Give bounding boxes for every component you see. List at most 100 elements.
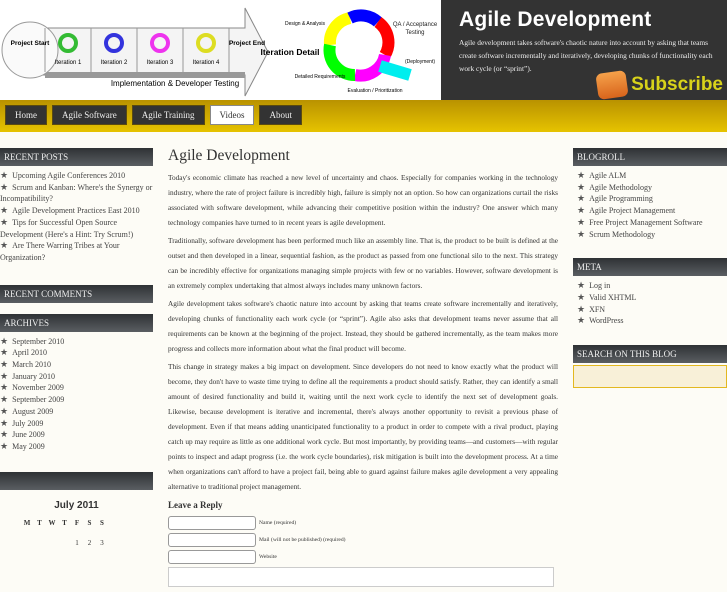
list-item-link[interactable]: Tips for Successful Open Source Developm…	[0, 218, 133, 239]
meta-list: ★ Log in ★ Valid XHTML ★ XFN ★ WordPress	[573, 280, 727, 327]
list-item[interactable]: ★ Tips for Successful Open Source Develop…	[0, 217, 153, 240]
nav-agile-training[interactable]: Agile Training	[131, 105, 205, 125]
website-label: Website	[259, 554, 277, 560]
star-icon: ★	[0, 181, 9, 192]
svg-text:Project End: Project End	[229, 40, 265, 47]
search-input[interactable]	[573, 365, 727, 389]
list-item[interactable]: ★ August 2009	[0, 406, 153, 418]
list-item[interactable]: ★ Are There Warring Tribes at Your Organi…	[0, 240, 153, 263]
list-item[interactable]: ★ XFN	[577, 304, 727, 316]
calendar-heading	[0, 471, 153, 490]
website-input[interactable]	[168, 550, 256, 564]
nav-about[interactable]: About	[259, 105, 302, 125]
archives-list: ★ September 2010 ★ April 2010 ★ March 2010 ★ Ja…	[0, 336, 153, 453]
list-item[interactable]: ★ Agile Development Practices East 2010	[0, 205, 153, 217]
list-item-link[interactable]: Agile Programming	[589, 194, 653, 203]
list-item[interactable]: ★ April 2010	[0, 347, 153, 359]
list-item[interactable]: ★ January 2010	[0, 371, 153, 383]
svg-text:Evaluation / Prioritization: Evaluation / Prioritization	[347, 88, 402, 94]
list-item[interactable]: ★ May 2009	[0, 441, 153, 453]
list-item[interactable]: ★ June 2009	[0, 429, 153, 441]
list-item-link[interactable]: WordPress	[589, 316, 623, 325]
calendar-month: July 2011	[54, 499, 99, 511]
blogroll-list: ★ Agile ALM ★ Agile Methodology ★ Agile Progr…	[573, 170, 727, 240]
list-item-link[interactable]: June 2009	[12, 430, 45, 439]
comment-textarea[interactable]	[168, 567, 554, 587]
star-icon: ★	[0, 440, 9, 451]
svg-text:Iteration 1: Iteration 1	[55, 60, 82, 66]
list-item[interactable]: ★ Upcoming Agile Conferences 2010	[0, 170, 153, 182]
name-input[interactable]	[168, 516, 256, 530]
calendar-date[interactable]: 2	[83, 539, 96, 547]
calendar-day-header: M	[23, 518, 31, 527]
agile-process-diagram: Project Start Iteration 1 Iteration 2 It…	[1, 7, 435, 97]
list-item-link[interactable]: April 2010	[12, 348, 47, 357]
list-item[interactable]: ★ July 2009	[0, 418, 153, 430]
list-item[interactable]: ★ March 2010	[0, 359, 153, 371]
svg-text:(Deployment): (Deployment)	[405, 59, 435, 65]
hero-panel: Agile Development Agile development take…	[441, 0, 727, 100]
svg-text:Iteration 2: Iteration 2	[101, 60, 128, 66]
list-item[interactable]: ★ Scrum Methodology	[577, 229, 727, 241]
list-item-link[interactable]: November 2009	[12, 383, 64, 392]
list-item-link[interactable]: Agile ALM	[589, 171, 626, 180]
list-item[interactable]: ★ Agile Methodology	[577, 182, 727, 194]
list-item[interactable]: ★ WordPress	[577, 315, 727, 327]
list-item-link[interactable]: Agile Project Management	[589, 206, 675, 215]
star-icon: ★	[577, 205, 586, 216]
header: Project Start Iteration 1 Iteration 2 It…	[0, 0, 727, 100]
list-item-link[interactable]: September 2009	[12, 395, 64, 404]
list-item[interactable]: ★ Agile Programming	[577, 193, 727, 205]
list-item[interactable]: ★ November 2009	[0, 382, 153, 394]
list-item-link[interactable]: XFN	[589, 305, 605, 314]
star-icon: ★	[0, 335, 9, 346]
nav-home[interactable]: Home	[5, 105, 47, 125]
list-item-link[interactable]: August 2009	[12, 407, 53, 416]
list-item-link[interactable]: Free Project Management Software	[589, 218, 703, 227]
list-item[interactable]: ★ September 2009	[0, 394, 153, 406]
calendar-date[interactable]: 3	[96, 539, 109, 547]
svg-text:Iteration 4: Iteration 4	[193, 60, 220, 66]
list-item-link[interactable]: Agile Methodology	[589, 183, 652, 192]
subscribe-label: Subscribe	[631, 74, 723, 95]
list-item-link[interactable]: March 2010	[12, 360, 51, 369]
star-icon: ★	[0, 417, 9, 428]
list-item[interactable]: ★ Agile ALM	[577, 170, 727, 182]
email-label: Mail (will not be published) (required)	[259, 537, 346, 543]
nav-agile-software[interactable]: Agile Software	[52, 105, 127, 125]
list-item-link[interactable]: Upcoming Agile Conferences 2010	[12, 171, 125, 180]
right-sidebar: BLOGROLL ★ Agile ALM ★ Agile Methodology ★ Ag…	[573, 148, 727, 389]
list-item-link[interactable]: Agile Development Practices East 2010	[12, 206, 140, 215]
star-icon: ★	[577, 228, 586, 239]
list-item-link[interactable]: January 2010	[12, 372, 55, 381]
calendar-date[interactable]: 1	[71, 539, 84, 547]
calendar-day-header: T	[37, 518, 42, 527]
list-item[interactable]: ★ Log in	[577, 280, 727, 292]
list-item-link[interactable]: Scrum Methodology	[589, 230, 655, 239]
recent-comments-heading: RECENT COMMENTS	[0, 284, 153, 303]
svg-text:Iteration Detail: Iteration Detail	[260, 47, 319, 57]
list-item[interactable]: ★ September 2010	[0, 336, 153, 348]
list-item-link[interactable]: May 2009	[12, 442, 45, 451]
post-title[interactable]: Agile Development	[168, 147, 558, 165]
subscribe-button[interactable]: Subscribe	[595, 70, 723, 100]
star-icon: ★	[577, 303, 586, 314]
site-title[interactable]: Agile Development	[459, 8, 727, 32]
list-item[interactable]: ★ Free Project Management Software	[577, 217, 727, 229]
list-item-link[interactable]: July 2009	[12, 419, 43, 428]
list-item-link[interactable]: Valid XHTML	[589, 293, 636, 302]
star-icon: ★	[577, 181, 586, 192]
star-icon: ★	[0, 347, 9, 358]
list-item[interactable]: ★ Scrum and Kanban: Where's the Synergy o…	[0, 182, 153, 205]
star-icon: ★	[0, 359, 9, 370]
list-item[interactable]: ★ Valid XHTML	[577, 292, 727, 304]
list-item-link[interactable]: Log in	[589, 281, 610, 290]
meta-heading: META	[573, 258, 727, 277]
blogroll-heading: BLOGROLL	[573, 148, 727, 166]
star-icon: ★	[0, 370, 9, 381]
nav-videos[interactable]: Videos	[209, 105, 255, 125]
list-item[interactable]: ★ Agile Project Management	[577, 205, 727, 217]
list-item-link[interactable]: Scrum and Kanban: Where's the Synergy or…	[0, 183, 152, 204]
list-item-link[interactable]: September 2010	[12, 337, 64, 346]
list-item-link[interactable]: Are There Warring Tribes at Your Organiz…	[0, 241, 120, 262]
